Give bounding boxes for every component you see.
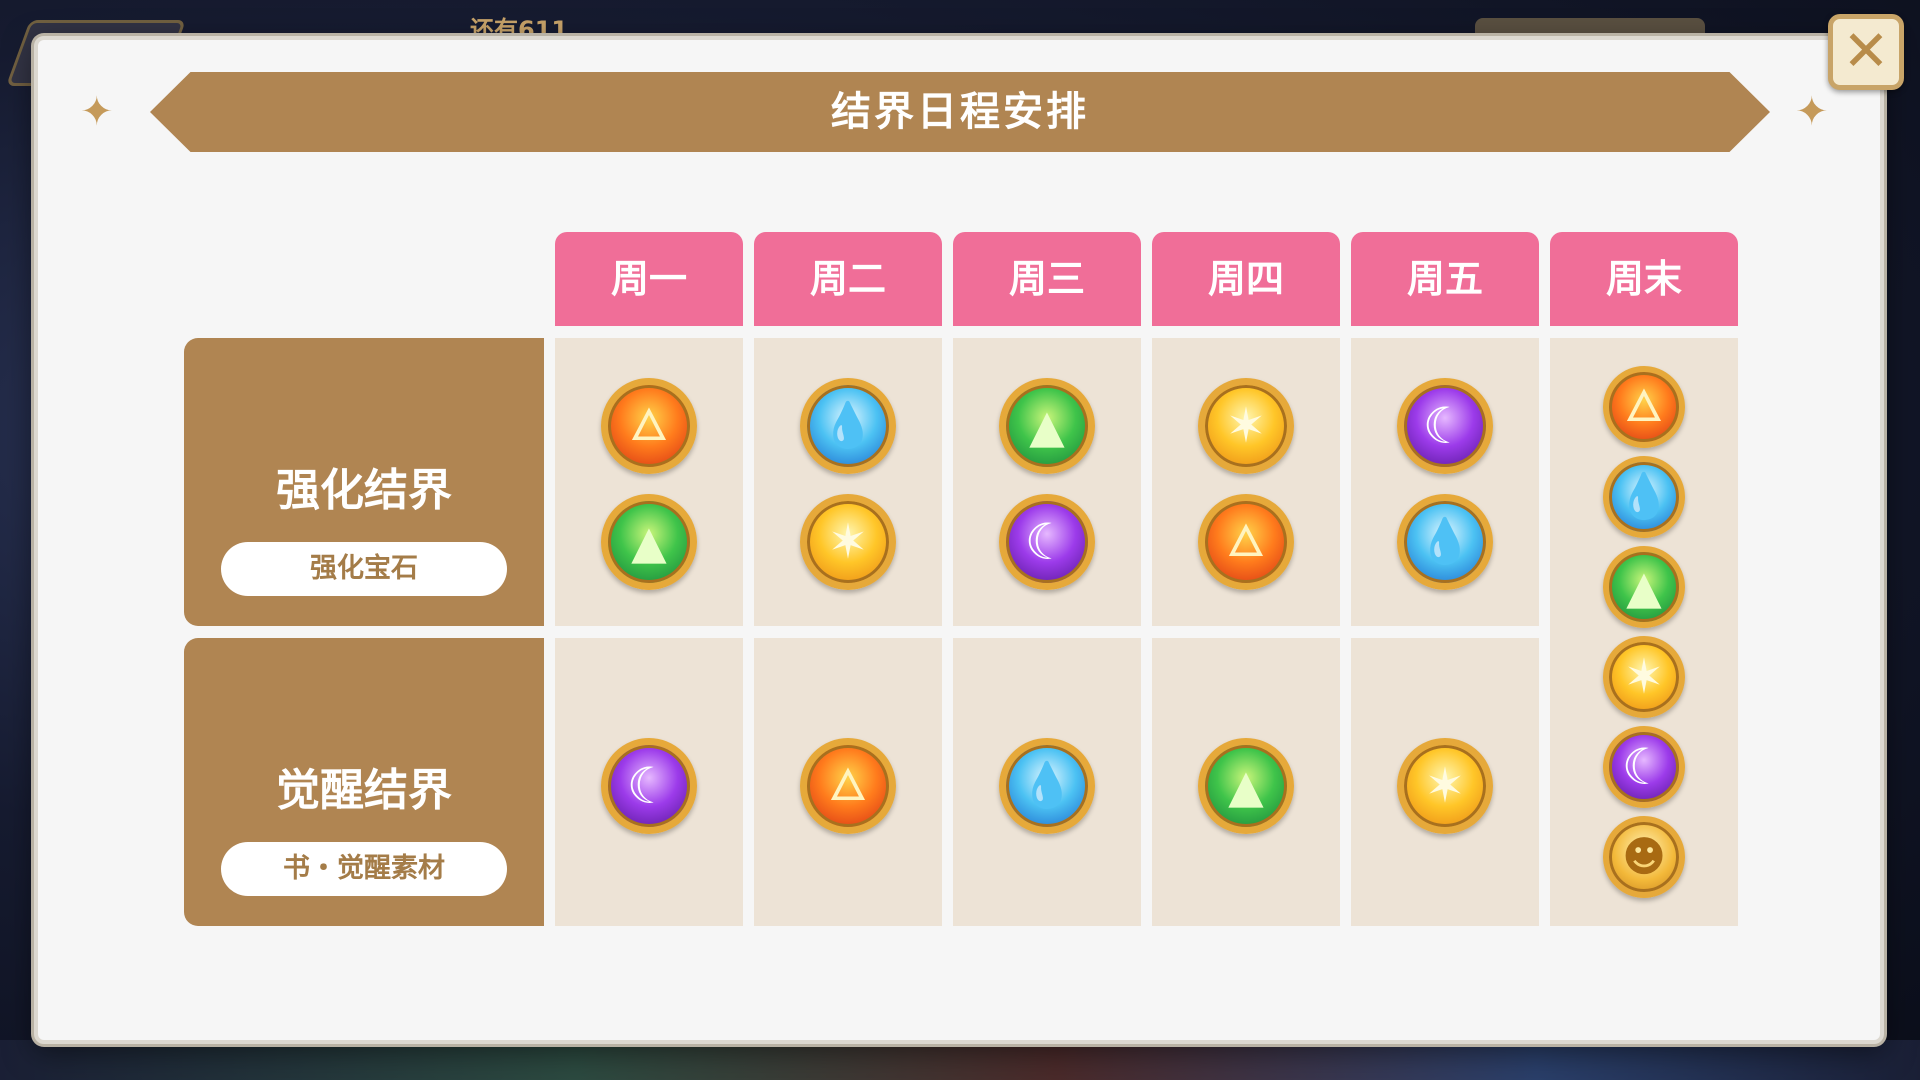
wood-icon: ▲ xyxy=(1228,759,1264,813)
weekend-wood-orb: ▲ xyxy=(1603,546,1685,628)
ribbon-ornament-left-icon: ✦ xyxy=(80,89,114,135)
enhance-thursday-light-orb: ✶ xyxy=(1198,378,1294,474)
weekend-water-orb: 💧 xyxy=(1603,456,1685,538)
day-header-wednesday: 周三 xyxy=(953,232,1141,326)
enhance-monday-wood-orb: ▲ xyxy=(601,494,697,590)
modal-title: 结界日程安排 xyxy=(831,89,1089,135)
wood-icon: ▲ xyxy=(631,515,667,569)
water-icon: 💧 xyxy=(1417,516,1473,567)
awaken-wednesday-water-orb: 💧 xyxy=(999,738,1095,834)
background-bottom-bar xyxy=(0,1040,1920,1080)
weekend-light-orb: ✶ xyxy=(1603,636,1685,718)
day-header-friday: 周五 xyxy=(1351,232,1539,326)
fire-icon: 🜂 xyxy=(1226,516,1266,567)
awaken-monday-dark-orb: ☾ xyxy=(601,738,697,834)
weekend-fire-orb: 🜂 xyxy=(1603,366,1685,448)
enhance-friday-water-orb: 💧 xyxy=(1397,494,1493,590)
row-label-enhance-title: 强化结界 xyxy=(276,465,452,516)
dark-icon: ☾ xyxy=(1422,397,1468,455)
day-header-monday: 周一 xyxy=(555,232,743,326)
awaken-tuesday-fire-orb: 🜂 xyxy=(800,738,896,834)
day-header-tuesday: 周二 xyxy=(754,232,942,326)
pet-icon: ☻ xyxy=(1622,832,1666,881)
wood-icon: ▲ xyxy=(1029,399,1065,453)
row-label-enhance: 强化结界 强化宝石 xyxy=(184,338,544,626)
fire-icon: 🜂 xyxy=(828,760,868,811)
wood-icon: ▲ xyxy=(1626,560,1662,614)
row-label-awaken-title: 觉醒结界 xyxy=(276,765,452,816)
row-label-enhance-subtitle: 强化宝石 xyxy=(221,542,507,596)
water-icon: 💧 xyxy=(1019,760,1075,811)
dark-icon: ☾ xyxy=(1024,513,1070,571)
water-icon: 💧 xyxy=(820,400,876,451)
enhance-friday-dark-orb: ☾ xyxy=(1397,378,1493,474)
light-icon: ✶ xyxy=(827,514,869,570)
enhance-tuesday-light-orb: ✶ xyxy=(800,494,896,590)
dark-icon: ☾ xyxy=(626,757,672,815)
enhance-tuesday-water-orb: 💧 xyxy=(800,378,896,474)
row-label-awaken-subtitle: 书・觉醒素材 xyxy=(221,842,507,896)
light-icon: ✶ xyxy=(1225,398,1267,454)
enhance-monday-fire-orb: 🜂 xyxy=(601,378,697,474)
fire-icon: 🜂 xyxy=(629,400,669,451)
awaken-friday-light-orb: ✶ xyxy=(1397,738,1493,834)
close-icon: ✕ xyxy=(1842,19,1890,84)
ribbon-ornament-right-icon: ✦ xyxy=(1795,89,1829,135)
enhance-wednesday-dark-orb: ☾ xyxy=(999,494,1095,590)
day-header-thursday: 周四 xyxy=(1152,232,1340,326)
dark-icon: ☾ xyxy=(1621,738,1667,796)
weekend-dark-orb: ☾ xyxy=(1603,726,1685,808)
light-icon: ✶ xyxy=(1424,758,1466,814)
light-icon: ✶ xyxy=(1623,649,1665,705)
enhance-thursday-fire-orb: 🜂 xyxy=(1198,494,1294,590)
fire-icon: 🜂 xyxy=(1624,381,1664,432)
enhance-wednesday-wood-orb: ▲ xyxy=(999,378,1095,474)
weekend-pet-orb: ☻ xyxy=(1603,816,1685,898)
water-icon: 💧 xyxy=(1616,471,1672,522)
awaken-thursday-wood-orb: ▲ xyxy=(1198,738,1294,834)
close-button[interactable]: ✕ xyxy=(1828,14,1904,90)
day-header-weekend: 周末 xyxy=(1550,232,1738,326)
row-label-awaken: 觉醒结界 书・觉醒素材 xyxy=(184,638,544,926)
